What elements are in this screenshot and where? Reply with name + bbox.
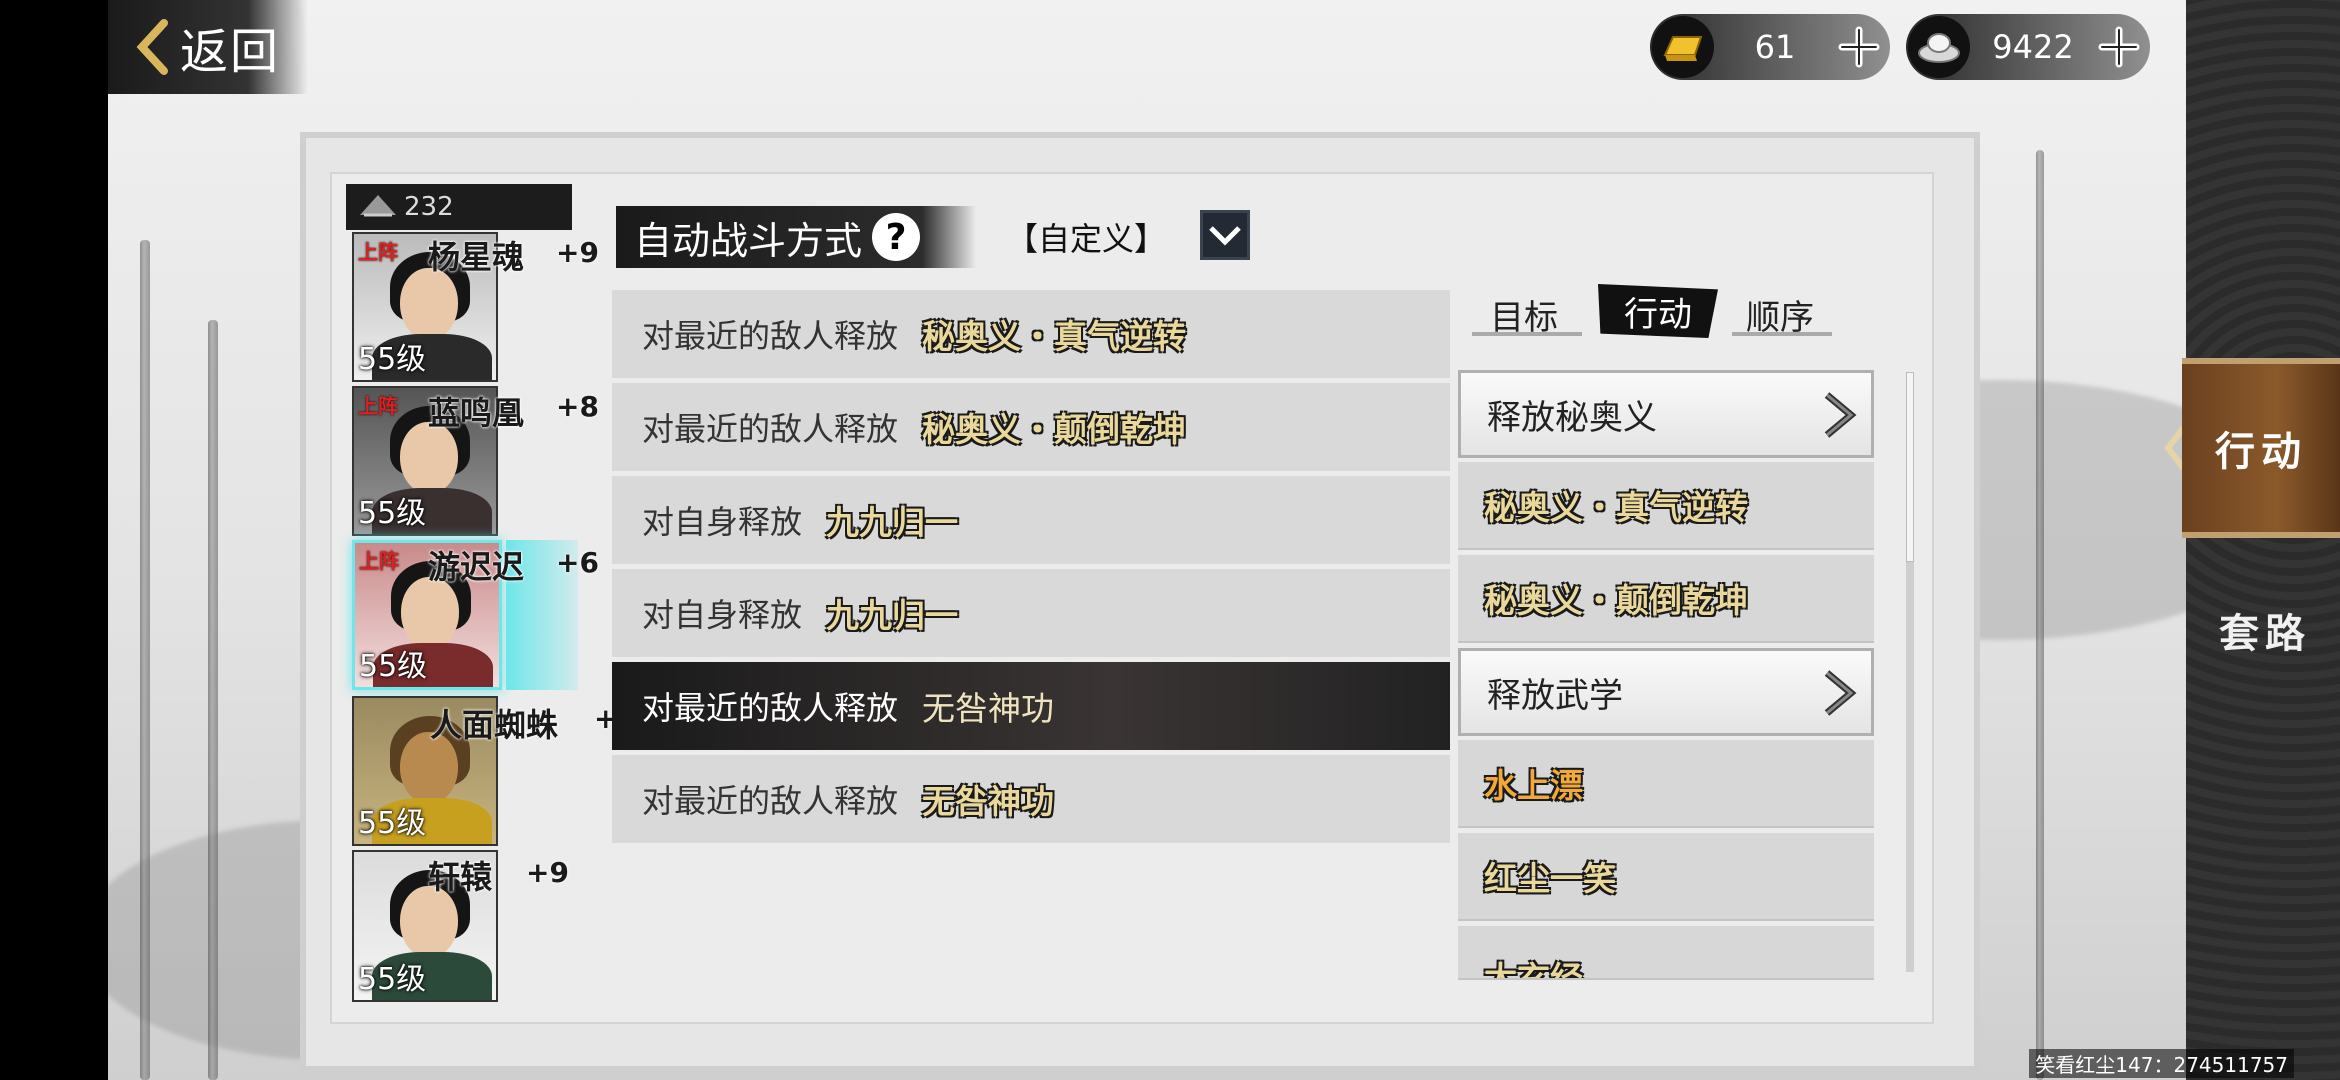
rule-condition: 对自身释放 xyxy=(642,596,803,634)
rule-condition: 对最近的敌人释放 xyxy=(642,689,899,727)
chevron-right-icon xyxy=(1824,392,1857,438)
rule-condition: 对最近的敌人释放 xyxy=(642,410,899,448)
bamboo-decoration xyxy=(140,240,150,1080)
side-menu xyxy=(2186,0,2340,1080)
side-tab-action-label: 行动 xyxy=(2215,429,2307,475)
bamboo-decoration xyxy=(208,320,218,1080)
auto-battle-header: 自动战斗方式 ? xyxy=(616,206,976,268)
skill-option[interactable]: 红尘一笑 xyxy=(1458,833,1874,921)
gold-amount: 61 xyxy=(1754,28,1796,66)
scrollbar-thumb[interactable] xyxy=(1906,372,1914,562)
chevron-right-icon xyxy=(1824,670,1857,716)
add-silver-button[interactable] xyxy=(2096,24,2142,70)
hero-level: 55级 xyxy=(358,962,427,997)
rule-row[interactable]: 对自身释放 九九归一 xyxy=(612,569,1450,657)
section-label: 释放武学 xyxy=(1487,675,1623,716)
rule-skill: 秘奥义・真气逆转 xyxy=(922,317,1187,356)
rule-skill: 无咎神功 xyxy=(922,689,1055,728)
help-icon[interactable]: ? xyxy=(872,213,921,261)
portrait-face xyxy=(400,268,458,340)
hero-name: 游迟迟 xyxy=(428,548,525,586)
skill-option-label: 水上漂 xyxy=(1484,766,1583,805)
back-label: 返回 xyxy=(180,24,281,80)
game-screen: 返回 61 9422 行动 套路 232 上阵 55级 杨星魂 +9 上阵 55… xyxy=(0,0,2340,1080)
side-tab-routine[interactable]: 套路 xyxy=(2190,560,2340,700)
rule-skill: 九九归一 xyxy=(826,503,959,542)
list-clip-edge xyxy=(1458,980,1874,984)
rule-condition: 对最近的敌人释放 xyxy=(642,317,899,355)
rule-skill: 无咎神功 xyxy=(922,782,1055,821)
rule-row[interactable]: 对自身释放 九九归一 xyxy=(612,476,1450,564)
hero-plus: +9 xyxy=(526,856,569,889)
release-martial-art-section[interactable]: 释放武学 xyxy=(1458,648,1874,736)
side-tab-action[interactable]: 行动 xyxy=(2182,358,2340,538)
skill-option-label: 秘奥义・颠倒乾坤 xyxy=(1484,581,1748,620)
silver-amount: 9422 xyxy=(1992,28,2074,66)
silver-currency: 9422 xyxy=(1906,14,2150,80)
hero-name: 人面蜘蛛 xyxy=(430,706,559,744)
hero-level: 55级 xyxy=(358,496,427,531)
hero-plus: +8 xyxy=(556,390,599,423)
skill-option-label: 红尘一笑 xyxy=(1484,859,1616,898)
wave-pattern xyxy=(2186,0,2340,1080)
rule-row[interactable]: 对最近的敌人释放 秘奥义・真气逆转 xyxy=(612,290,1450,378)
tab-action[interactable]: 行动 xyxy=(1598,284,1718,338)
hero-level: 55级 xyxy=(359,649,428,684)
bamboo-decoration xyxy=(2036,150,2044,1080)
chevron-left-icon xyxy=(136,19,168,75)
tab-action-label: 行动 xyxy=(1624,294,1692,335)
tab-underline xyxy=(1472,332,1582,336)
hero-plus: +6 xyxy=(556,546,599,579)
rule-condition: 对自身释放 xyxy=(642,503,803,541)
back-button[interactable]: 返回 xyxy=(108,0,308,94)
bamboo-hat-icon xyxy=(360,195,396,217)
custom-mode-label: 【自定义】 xyxy=(1006,220,1167,258)
hero-name: 杨星魂 xyxy=(428,238,525,276)
deployed-tag: 上阵 xyxy=(358,240,398,264)
rule-skill: 秘奥义・颠倒乾坤 xyxy=(922,410,1187,449)
gold-currency: 61 xyxy=(1650,14,1890,80)
add-gold-button[interactable] xyxy=(1836,24,1882,70)
rule-row[interactable]: 对最近的敌人释放 秘奥义・颠倒乾坤 xyxy=(612,383,1450,471)
skill-option[interactable]: 太玄经 xyxy=(1458,926,1874,980)
skill-option[interactable]: 水上漂 xyxy=(1458,740,1874,828)
deployed-tag: 上阵 xyxy=(359,549,399,573)
skill-option[interactable]: 秘奥义・真气逆转 xyxy=(1458,462,1874,550)
skill-option-label: 秘奥义・真气逆转 xyxy=(1484,488,1748,527)
hero-plus: +9 xyxy=(556,236,599,269)
rule-condition: 对最近的敌人释放 xyxy=(642,782,899,820)
silver-ingot-icon xyxy=(1908,16,1970,78)
hero-name: 轩辕 xyxy=(428,858,493,896)
roster-count-value: 232 xyxy=(404,192,454,222)
skill-option-label: 太玄经 xyxy=(1484,959,1583,980)
screen-edge xyxy=(0,0,108,1080)
custom-mode-checkbox[interactable] xyxy=(1200,210,1250,260)
side-tab-routine-label: 套路 xyxy=(2219,611,2311,657)
hero-name: 蓝鸣凰 xyxy=(428,394,525,432)
skill-option[interactable]: 秘奥义・颠倒乾坤 xyxy=(1458,555,1874,643)
tab-underline xyxy=(1732,332,1832,336)
release-ultimate-section[interactable]: 释放秘奥义 xyxy=(1458,370,1874,458)
watermark-text: 笑看红尘147：274511757 xyxy=(2029,1049,2294,1078)
gold-ingot-icon xyxy=(1652,16,1714,78)
checkmark-icon xyxy=(1209,226,1241,246)
roster-count: 232 xyxy=(346,184,572,230)
auto-battle-title: 自动战斗方式 xyxy=(634,218,863,263)
section-label: 释放秘奥义 xyxy=(1487,397,1657,438)
rule-skill: 九九归一 xyxy=(826,596,959,635)
deployed-tag: 上阵 xyxy=(358,394,398,418)
hero-level: 55级 xyxy=(358,342,427,377)
rule-row-selected[interactable]: 对最近的敌人释放 无咎神功 xyxy=(612,662,1450,750)
rule-row[interactable]: 对最近的敌人释放 无咎神功 xyxy=(612,755,1450,843)
hero-level: 55级 xyxy=(358,806,427,841)
